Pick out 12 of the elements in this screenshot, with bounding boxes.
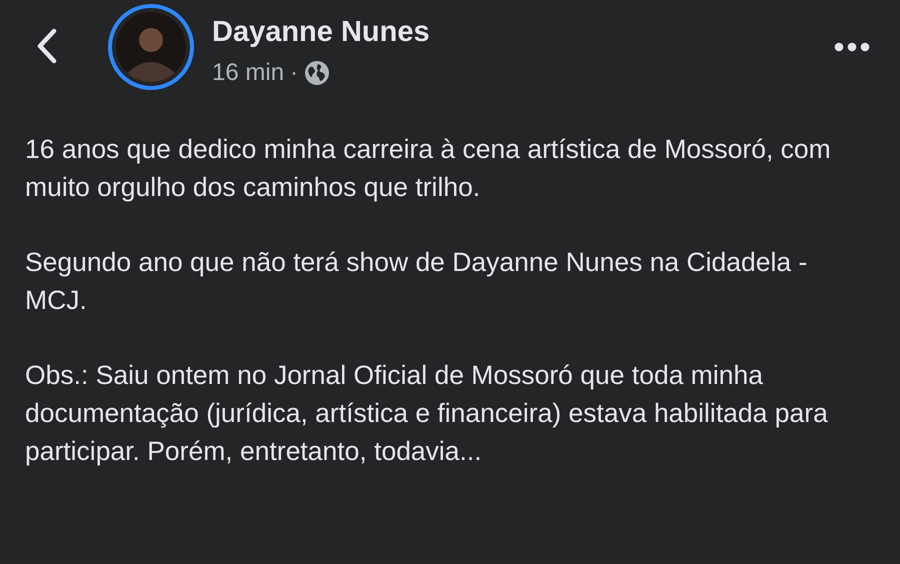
globe-icon <box>304 60 330 86</box>
back-button[interactable] <box>36 28 58 64</box>
post-paragraph: Segundo ano que não terá show de Dayanne Nunes na Cidadela - MCJ. <box>25 246 808 317</box>
more-icon <box>834 42 870 52</box>
separator-dot: · <box>290 59 298 87</box>
post-paragraph: Obs.: Saiu ontem no Jornal Oficial de Mossoró que toda minha documentação (jurídica, artística e financeira) estava habilitada para participar. Porém, entretanto, todavia... <box>25 359 829 468</box>
profile-avatar[interactable] <box>108 4 194 90</box>
author-name[interactable]: Dayanne Nunes <box>212 16 834 49</box>
more-options-button[interactable] <box>834 42 870 52</box>
post-time[interactable]: 16 min <box>212 59 284 87</box>
post-paragraph: 16 anos que dedico minha carreira à cena artística de Mossoró, com muito orgulho dos caminhos que trilho. <box>25 133 832 204</box>
chevron-left-icon <box>36 28 58 64</box>
